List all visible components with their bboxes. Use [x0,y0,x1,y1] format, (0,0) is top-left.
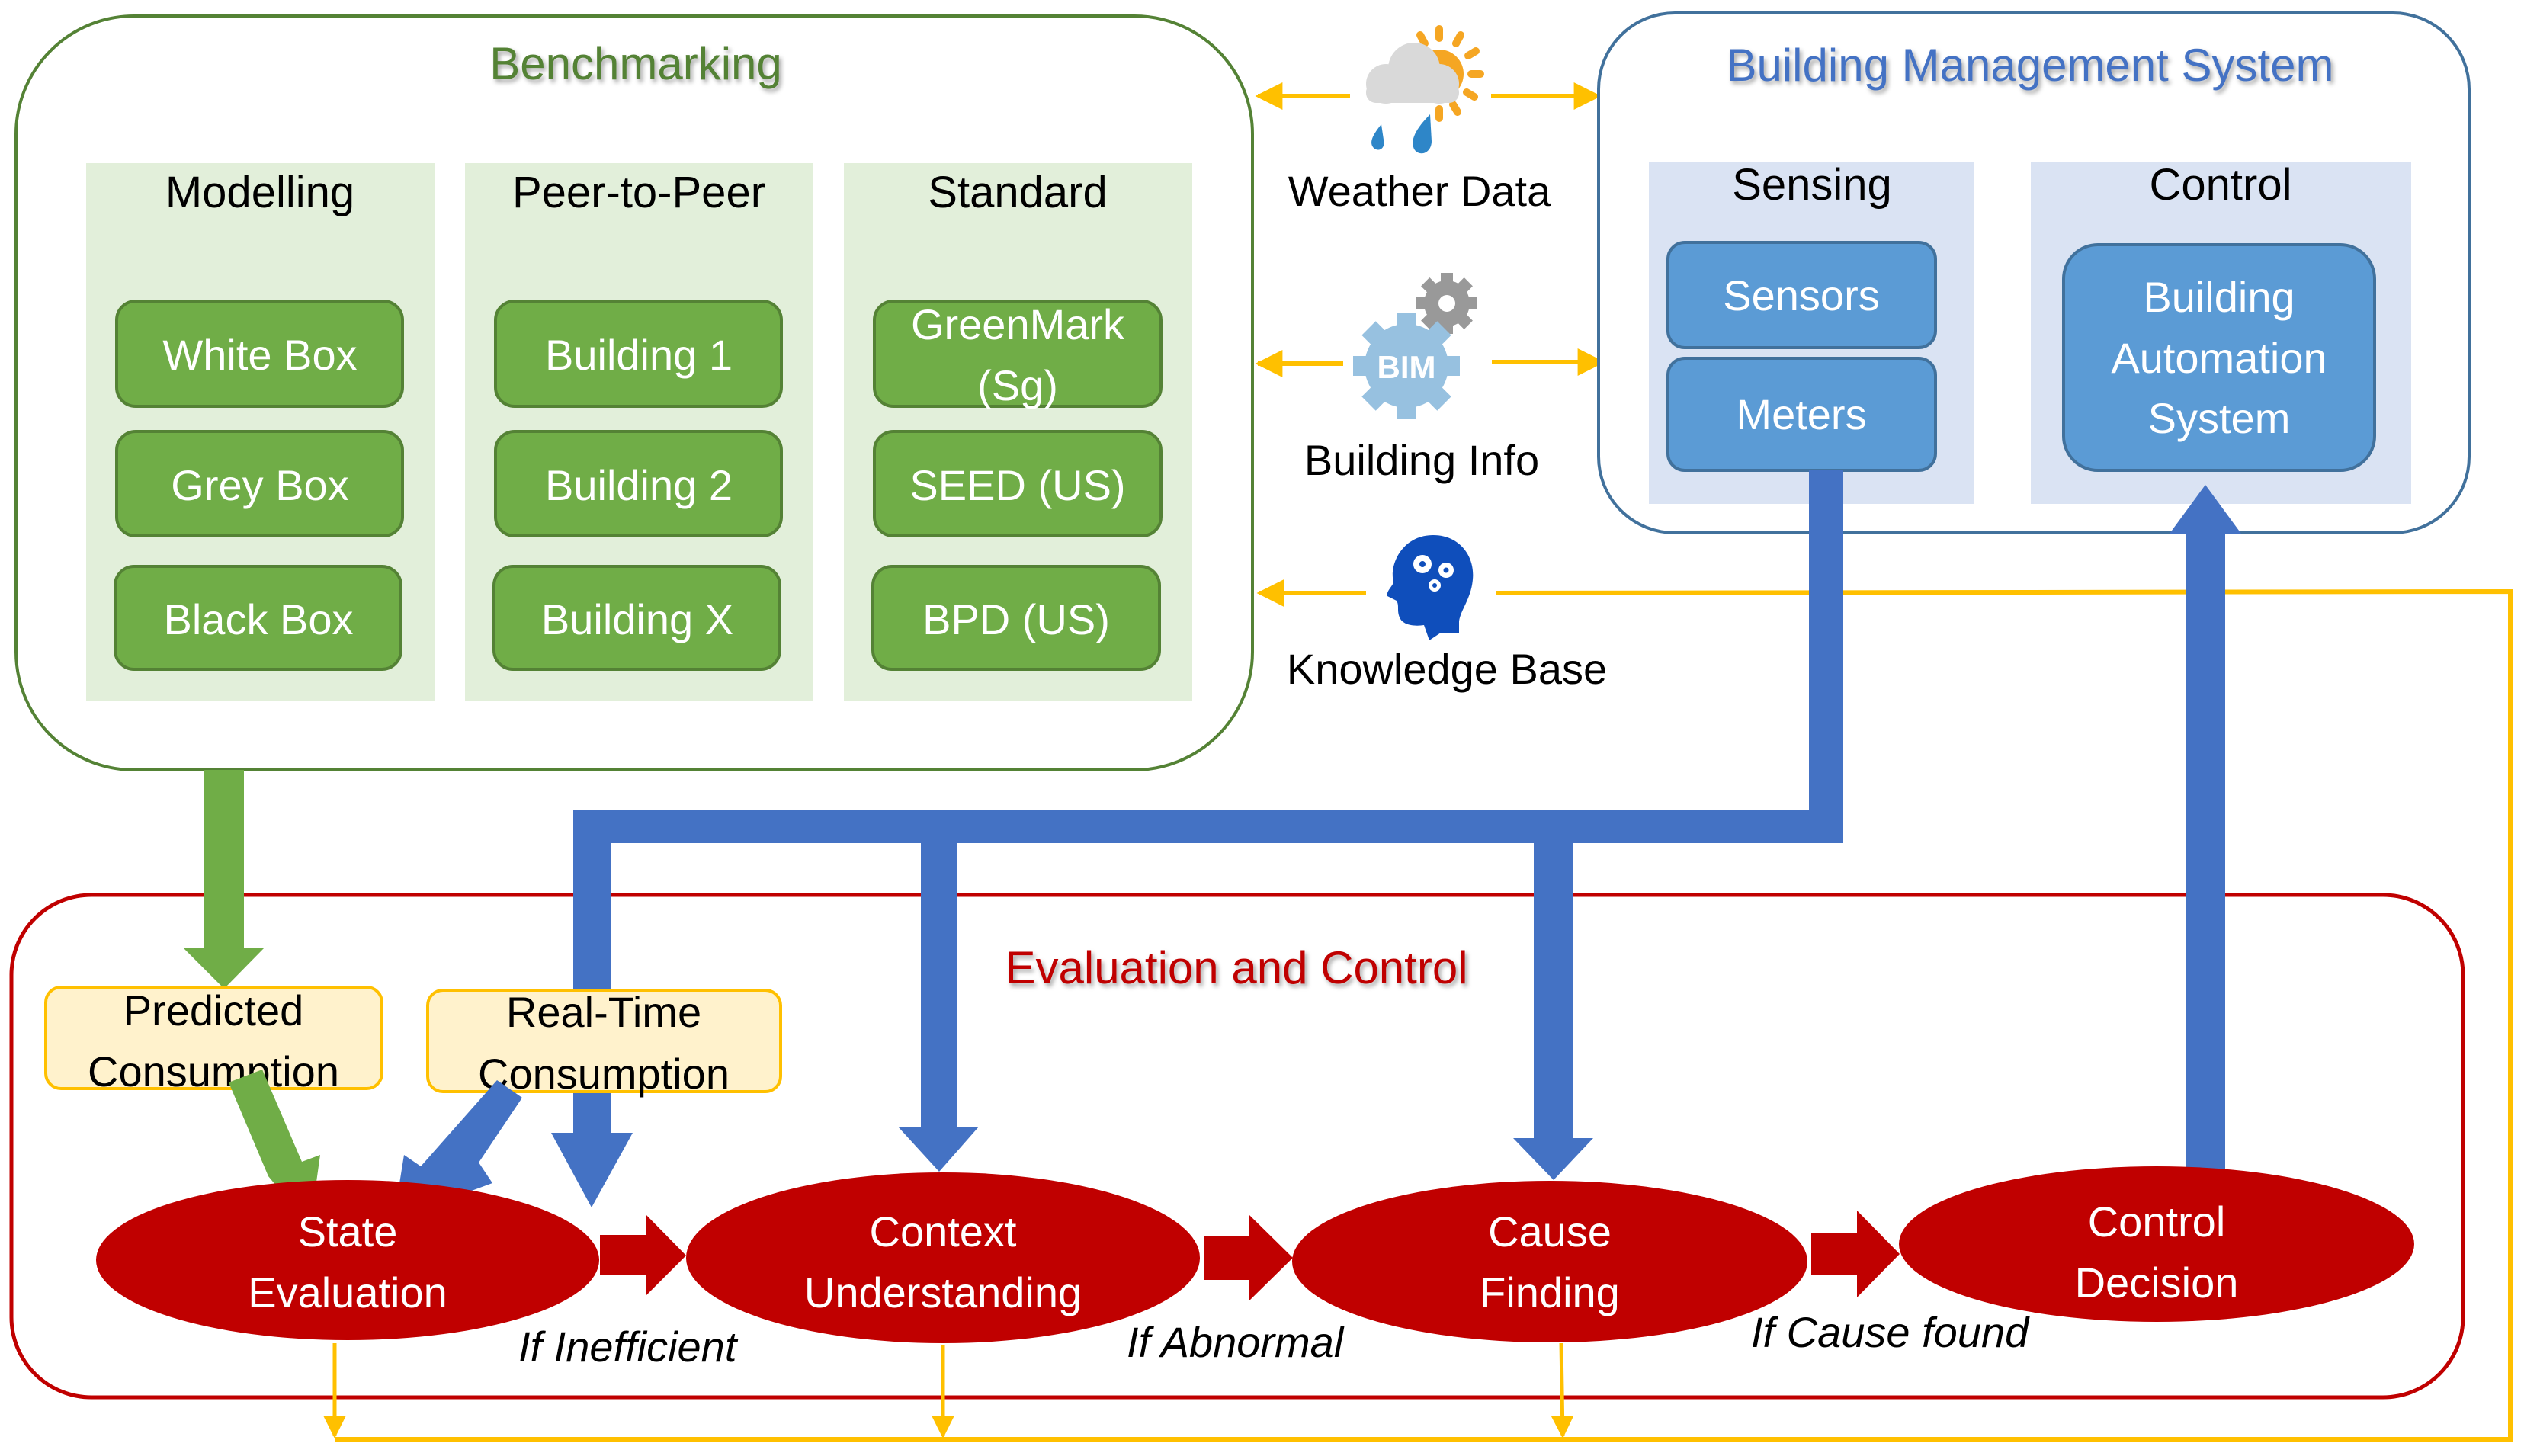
bpd-us-button[interactable]: BPD (US) [871,565,1161,671]
diagram-canvas: Benchmarking Modelling White Box Grey Bo… [9,11,2513,1442]
context-understanding-line-1: Context [870,1207,1017,1256]
state-evaluation-line-1: State [298,1207,398,1256]
sensors-button[interactable]: Sensors [1666,241,1937,349]
black-box-button[interactable]: Black Box [114,565,402,671]
meters-label: Meters [1736,390,1866,438]
sensing-title: Sensing [1732,160,1892,210]
bms-section: Building Management System Sensing Senso… [1597,11,2471,534]
condition-if-cause-found: If Cause found [1751,1308,2030,1356]
bms-title: Building Management System [1726,40,2333,91]
building-2-label: Building 2 [545,461,733,509]
predicted-line-2: Consumption [88,1047,339,1095]
peer-to-peer-title: Peer-to-Peer [512,168,765,217]
context-input-arrow [898,843,979,1172]
brain-gears-icon [1387,535,1474,640]
bas-line-3: System [2148,394,2291,442]
control-decision-node[interactable]: Control Decision [1899,1166,2414,1322]
cause-to-feedback-arrow [1551,1342,1574,1438]
building-1-label: Building 1 [545,331,733,379]
black-box-label: Black Box [164,595,354,643]
white-box-button[interactable]: White Box [115,300,404,408]
meters-button[interactable]: Meters [1666,357,1937,472]
realtime-to-state-arrow [398,1080,522,1197]
benchmarking-section: Benchmarking Modelling White Box Grey Bo… [14,14,1254,771]
bim-badge-text: BIM [1377,349,1436,385]
greenmark-sg-button[interactable]: GreenMark (Sg) [873,300,1163,409]
cause-finding-line-1: Cause [1488,1207,1612,1256]
building-2-button[interactable]: Building 2 [494,430,783,537]
greenmark-label: GreenMark [911,300,1125,348]
small-gear-icon [1416,273,1477,334]
grey-box-button[interactable]: Grey Box [115,430,404,537]
cause-finding-node[interactable]: Cause Finding [1292,1181,1807,1342]
building-x-label: Building X [541,595,733,643]
state-evaluation-node[interactable]: State Evaluation [96,1180,599,1340]
sensors-label: Sensors [1723,271,1879,319]
cause-to-control-arrow [1811,1211,1900,1297]
building-x-button[interactable]: Building X [492,565,781,671]
context-understanding-node[interactable]: Context Understanding [686,1172,1200,1343]
control-decision-line-1: Control [2088,1198,2226,1246]
weather-icon [1366,25,1484,154]
standard-title: Standard [928,168,1107,217]
building-1-button[interactable]: Building 1 [494,300,783,408]
seed-us-button[interactable]: SEED (US) [873,430,1163,537]
state-evaluation-line-2: Evaluation [248,1268,447,1316]
benchmarking-title: Benchmarking [489,38,782,89]
realtime-consumption-box[interactable]: Real-Time Consumption [426,988,782,1098]
context-to-cause-arrow [1204,1215,1293,1300]
big-gear-icon: BIM [1353,313,1460,419]
bim-gear-icon: BIM [1353,273,1477,419]
seed-us-label: SEED (US) [909,461,1125,509]
bpd-us-label: BPD (US) [922,595,1110,643]
greenmark-region-label: (Sg) [977,361,1058,409]
state-to-context-arrow [600,1214,686,1296]
predicted-consumption-box[interactable]: Predicted Consumption [44,986,383,1095]
control-decision-line-2: Decision [2075,1259,2239,1307]
predicted-line-1: Predicted [123,986,304,1034]
modelling-title: Modelling [165,168,354,217]
grey-box-label: Grey Box [171,461,348,509]
control-output-arrow [2170,485,2241,1170]
weather-data-label: Weather Data [1288,167,1551,215]
building-automation-system-button[interactable]: Building Automation System [2062,243,2376,472]
realtime-line-2: Consumption [478,1050,730,1098]
bas-line-2: Automation [2111,334,2327,382]
benchmark-output-arrow [183,770,265,989]
building-info-label: Building Info [1304,436,1539,484]
evaluation-title: Evaluation and Control [1005,942,1467,993]
control-title: Control [2150,160,2292,210]
white-box-label: White Box [162,331,357,379]
realtime-line-1: Real-Time [506,988,701,1036]
knowledge-base-label: Knowledge Base [1287,645,1607,693]
bas-line-1: Building [2143,273,2295,321]
context-understanding-line-2: Understanding [804,1268,1082,1316]
cause-finding-line-2: Finding [1480,1268,1620,1316]
condition-if-inefficient: If Inefficient [518,1323,739,1371]
condition-if-abnormal: If Abnormal [1127,1318,1345,1366]
